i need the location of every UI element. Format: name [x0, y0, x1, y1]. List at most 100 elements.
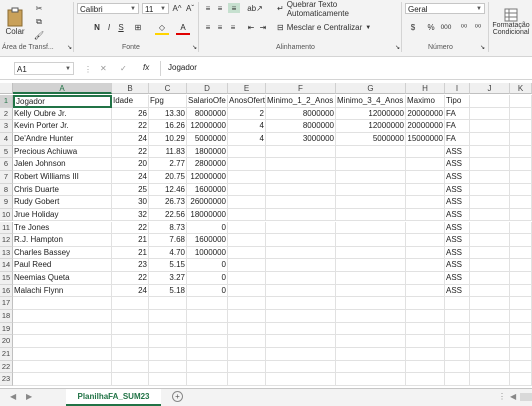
column-header-g[interactable]: G [336, 83, 406, 94]
cell-d2[interactable]: 8000000 [187, 107, 228, 121]
cell-b9[interactable]: 30 [112, 196, 149, 209]
cell-c23[interactable] [149, 373, 187, 386]
cell-h12[interactable] [406, 234, 445, 247]
thousands-button[interactable]: 000 [439, 22, 453, 33]
cell-a12[interactable]: R.J. Hampton [13, 234, 112, 247]
cell-k9[interactable] [510, 196, 532, 209]
cell-d19[interactable] [187, 322, 228, 336]
increase-indent-icon[interactable]: ⇥ [258, 22, 268, 32]
clipboard-launcher-icon[interactable]: ↘ [67, 44, 72, 51]
align-left-icon[interactable]: ≡ [203, 22, 213, 32]
cell-c10[interactable]: 22.56 [149, 208, 187, 222]
cell-b17[interactable] [112, 297, 149, 311]
cell-k11[interactable] [510, 221, 532, 235]
cell-f1[interactable]: Minimo_1_2_Anos [266, 95, 336, 108]
cell-i20[interactable] [445, 335, 470, 348]
paste-button[interactable]: Colar [2, 2, 28, 40]
cell-g6[interactable] [336, 158, 406, 171]
cell-e14[interactable] [228, 259, 266, 273]
cell-d18[interactable] [187, 310, 228, 323]
cell-h10[interactable] [406, 208, 445, 222]
cell-f9[interactable] [266, 196, 336, 209]
cell-h14[interactable] [406, 259, 445, 273]
cell-b19[interactable] [112, 322, 149, 336]
cell-e5[interactable] [228, 145, 266, 159]
font-size-select[interactable]: 11 ▼ [142, 3, 169, 14]
cell-e6[interactable] [228, 158, 266, 171]
row-header-4[interactable]: 4 [0, 132, 13, 146]
row-header-8[interactable]: 8 [0, 183, 13, 197]
cell-d10[interactable]: 18000000 [187, 208, 228, 222]
cell-i17[interactable] [445, 297, 470, 311]
cell-b12[interactable]: 21 [112, 234, 149, 247]
cell-i10[interactable]: ASS [445, 208, 470, 222]
row-header-20[interactable]: 20 [0, 335, 13, 348]
cell-d14[interactable]: 0 [187, 259, 228, 273]
italic-button[interactable]: I [104, 22, 114, 33]
cell-i1[interactable]: Tipo [445, 95, 470, 108]
cell-b2[interactable]: 26 [112, 107, 149, 121]
cell-k8[interactable] [510, 183, 532, 197]
decrease-indent-icon[interactable]: ⇤ [246, 22, 256, 32]
cell-k18[interactable] [510, 310, 532, 323]
cell-c4[interactable]: 10.29 [149, 132, 187, 146]
row-header-1[interactable]: 1 [0, 95, 13, 108]
name-box[interactable]: A1 ▼ [14, 62, 74, 75]
cell-h15[interactable] [406, 272, 445, 285]
cell-j3[interactable] [470, 120, 510, 133]
select-all-button[interactable] [0, 83, 13, 94]
cell-g11[interactable] [336, 221, 406, 235]
currency-button[interactable]: $ [407, 22, 419, 33]
number-format-select[interactable]: Geral ▼ [405, 3, 485, 14]
cell-h4[interactable]: 15000000 [406, 132, 445, 146]
cell-e3[interactable]: 4 [228, 120, 266, 133]
row-header-23[interactable]: 23 [0, 373, 13, 386]
cell-k3[interactable] [510, 120, 532, 133]
cell-f16[interactable] [266, 284, 336, 298]
cell-j1[interactable] [470, 95, 510, 108]
row-header-10[interactable]: 10 [0, 208, 13, 222]
cell-c11[interactable]: 8.73 [149, 221, 187, 235]
cell-j20[interactable] [470, 335, 510, 348]
cell-i3[interactable]: FA [445, 120, 470, 133]
cell-k15[interactable] [510, 272, 532, 285]
copy-icon[interactable]: ⧉ [34, 17, 44, 27]
cell-f23[interactable] [266, 373, 336, 386]
cell-c17[interactable] [149, 297, 187, 311]
cell-c12[interactable]: 7.68 [149, 234, 187, 247]
more-options-icon[interactable]: ⋮ [84, 65, 92, 74]
underline-button[interactable]: S [116, 22, 126, 33]
cell-i18[interactable] [445, 310, 470, 323]
cell-h5[interactable] [406, 145, 445, 159]
align-right-icon[interactable]: ≡ [228, 22, 238, 32]
cell-j14[interactable] [470, 259, 510, 273]
conditional-format-button[interactable]: Formatação Condicional [490, 2, 532, 42]
cell-f10[interactable] [266, 208, 336, 222]
merge-center-button[interactable]: ⊟ Mesclar e Centralizar ▼ [277, 22, 377, 33]
cell-c18[interactable] [149, 310, 187, 323]
cell-d20[interactable] [187, 335, 228, 348]
cell-d22[interactable] [187, 360, 228, 374]
cell-e18[interactable] [228, 310, 266, 323]
cell-g15[interactable] [336, 272, 406, 285]
cell-c22[interactable] [149, 360, 187, 374]
cell-g17[interactable] [336, 297, 406, 311]
cell-a13[interactable]: Charles Bassey [13, 246, 112, 260]
cell-b1[interactable]: Idade [112, 95, 149, 108]
cell-g18[interactable] [336, 310, 406, 323]
cell-a2[interactable]: Kelly Oubre Jr. [13, 107, 112, 121]
cell-d11[interactable]: 0 [187, 221, 228, 235]
cell-j7[interactable] [470, 170, 510, 184]
cell-j12[interactable] [470, 234, 510, 247]
cell-e20[interactable] [228, 335, 266, 348]
cell-f4[interactable]: 3000000 [266, 132, 336, 146]
cell-e13[interactable] [228, 246, 266, 260]
cell-e10[interactable] [228, 208, 266, 222]
cell-h2[interactable]: 20000000 [406, 107, 445, 121]
cell-f18[interactable] [266, 310, 336, 323]
font-launcher-icon[interactable]: ↘ [192, 44, 197, 51]
sheet-tab[interactable]: PlanilhaFA_SUM23 [66, 389, 161, 406]
align-bottom-icon[interactable]: ≡ [228, 3, 240, 13]
row-header-3[interactable]: 3 [0, 120, 13, 133]
cell-i23[interactable] [445, 373, 470, 386]
